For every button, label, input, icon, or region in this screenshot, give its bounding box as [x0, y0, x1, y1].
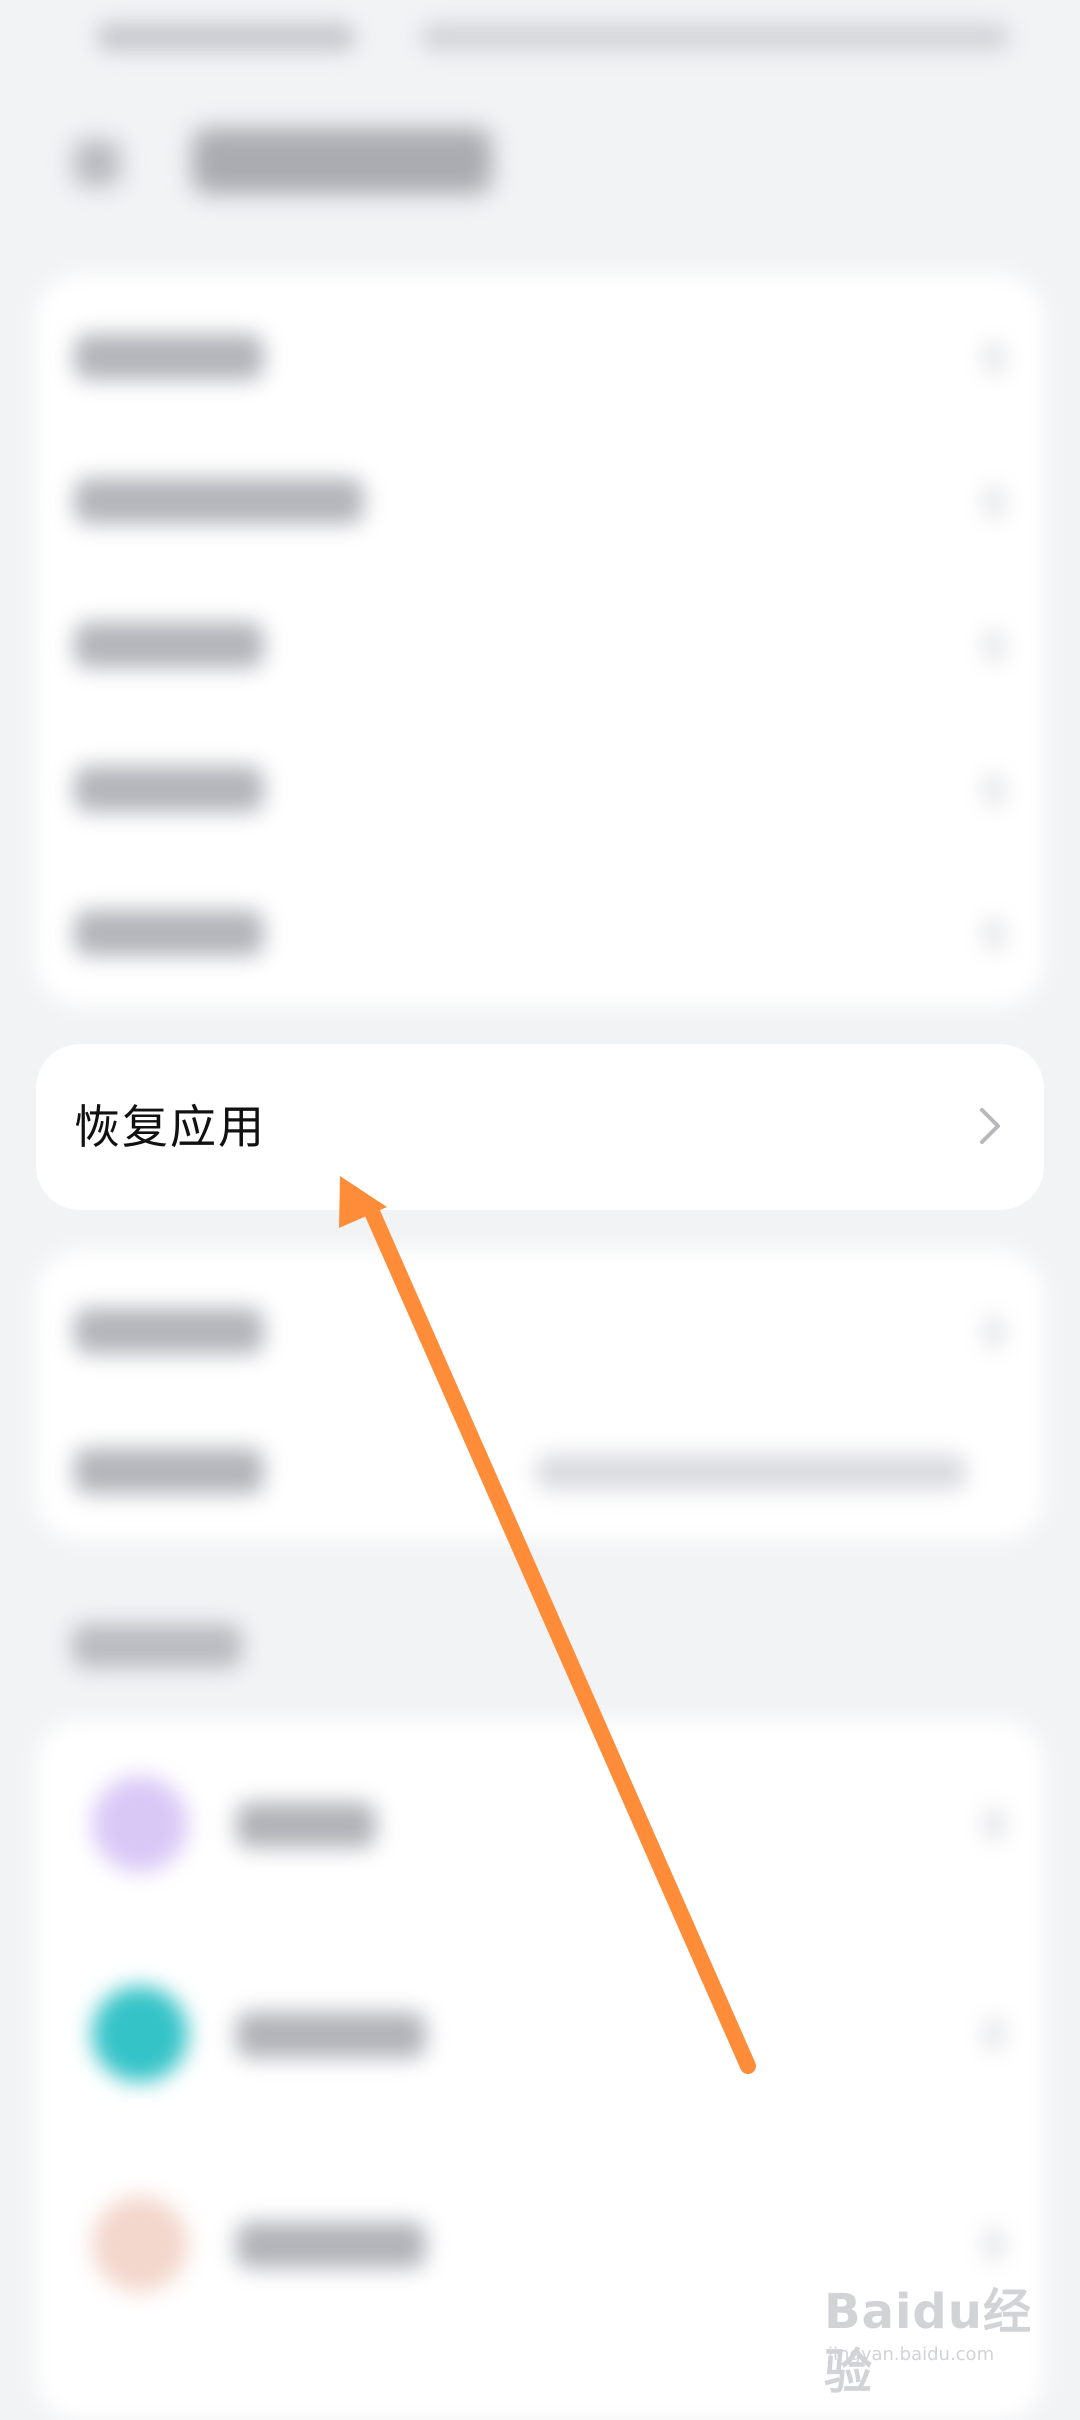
status-time-blurred — [96, 22, 356, 52]
settings-card-top — [36, 274, 1044, 1006]
app-label-blurred — [236, 2012, 426, 2058]
watermark-brand: Baidu经验 — [824, 2284, 1032, 2400]
chevron-right-icon — [984, 2018, 1004, 2050]
settings-row-label-blurred — [74, 766, 264, 812]
settings-row-label-blurred — [74, 910, 264, 956]
chevron-right-icon — [984, 918, 1004, 950]
app-icon-peach — [92, 2196, 188, 2292]
settings-row-label-blurred — [74, 1448, 264, 1494]
section-title-blurred — [72, 1624, 242, 1668]
app-row-1[interactable] — [36, 1720, 1044, 1930]
page-header — [0, 100, 1080, 220]
page-title-blurred — [192, 128, 492, 194]
settings-row-5[interactable] — [36, 860, 1044, 1000]
watermark-url: jingyan.baidu.com — [828, 2344, 995, 2365]
chevron-right-icon — [984, 774, 1004, 806]
settings-row-label-blurred — [74, 334, 264, 380]
settings-row-4[interactable] — [36, 716, 1044, 856]
settings-row-2[interactable] — [36, 428, 1044, 568]
chevron-right-icon — [984, 2228, 1004, 2260]
app-icon-teal — [92, 1986, 188, 2082]
restore-apps-label: 恢复应用 — [74, 1100, 266, 1154]
settings-row-3[interactable] — [36, 572, 1044, 712]
app-label-blurred — [236, 1802, 376, 1848]
chevron-right-icon — [984, 342, 1004, 374]
settings-row-label-blurred — [74, 1308, 264, 1354]
app-icon-purple — [92, 1776, 188, 1872]
chevron-right-icon — [984, 486, 1004, 518]
settings-row-label-blurred — [74, 478, 364, 524]
status-bar — [0, 0, 1080, 80]
settings-row-6[interactable] — [36, 1258, 1044, 1398]
app-label-blurred — [236, 2222, 426, 2268]
chevron-right-icon — [984, 630, 1004, 662]
settings-card-middle — [36, 1250, 1044, 1540]
settings-row-value-blurred — [536, 1454, 966, 1490]
chevron-right-icon — [984, 1316, 1004, 1348]
status-icons-blurred — [420, 22, 1010, 52]
settings-row-1[interactable] — [36, 284, 1044, 424]
chevron-right-icon — [984, 1808, 1004, 1840]
settings-row-label-blurred — [74, 622, 264, 668]
settings-row-7[interactable] — [36, 1398, 1044, 1538]
back-arrow-icon[interactable] — [74, 140, 120, 186]
chevron-right-icon — [980, 1108, 1000, 1144]
restore-apps-item[interactable]: 恢复应用 — [36, 1044, 1044, 1210]
watermark: Baidu经验 jingyan.baidu.com — [824, 2282, 1044, 2400]
app-row-2[interactable] — [36, 1930, 1044, 2140]
